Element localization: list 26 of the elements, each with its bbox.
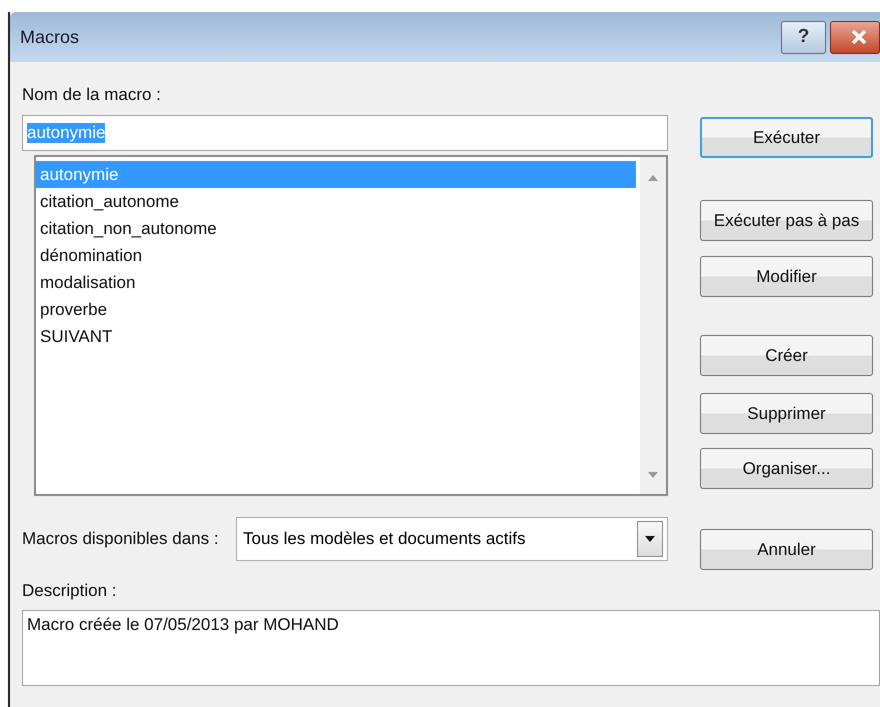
list-item[interactable]: proverbe	[36, 296, 636, 323]
help-button[interactable]: ?	[781, 20, 826, 54]
close-icon[interactable]	[851, 30, 867, 44]
list-item[interactable]: dénomination	[36, 242, 636, 269]
dropdown[interactable]: Tous les modèles et documents actifs	[236, 517, 668, 561]
dialog-button[interactable]: Supprimer	[700, 393, 873, 434]
dialog-button[interactable]: Créer	[700, 335, 873, 376]
list-item[interactable]: modalisation	[36, 269, 636, 296]
field-label: Nom de la macro :	[22, 84, 162, 106]
field-label: Macros disponibles dans :	[22, 529, 220, 549]
list-item[interactable]: citation_non_autonome	[36, 215, 636, 242]
scroll-up-icon[interactable]	[648, 175, 658, 181]
description-field[interactable]: Macro créée le 07/05/2013 par MOHAND	[22, 610, 880, 686]
close-button[interactable]	[830, 20, 880, 54]
dialog-button[interactable]: Modifier	[700, 256, 873, 297]
list-item[interactable]: citation_autonome	[36, 188, 636, 215]
scroll-down-icon[interactable]	[648, 472, 658, 478]
dialog-button[interactable]: Annuler	[700, 529, 873, 570]
field-label: Description :	[22, 580, 118, 602]
scrollbar[interactable]	[640, 157, 666, 494]
dialog-button[interactable]: Organiser...	[700, 448, 873, 489]
dialog-button[interactable]: Exécuter pas à pas	[700, 200, 873, 241]
dialog-button[interactable]: Exécuter	[700, 117, 873, 158]
list-item[interactable]: SUIVANT	[36, 323, 636, 350]
dropdown-arrow-icon[interactable]	[645, 536, 655, 542]
window-title: Macros	[20, 26, 80, 48]
